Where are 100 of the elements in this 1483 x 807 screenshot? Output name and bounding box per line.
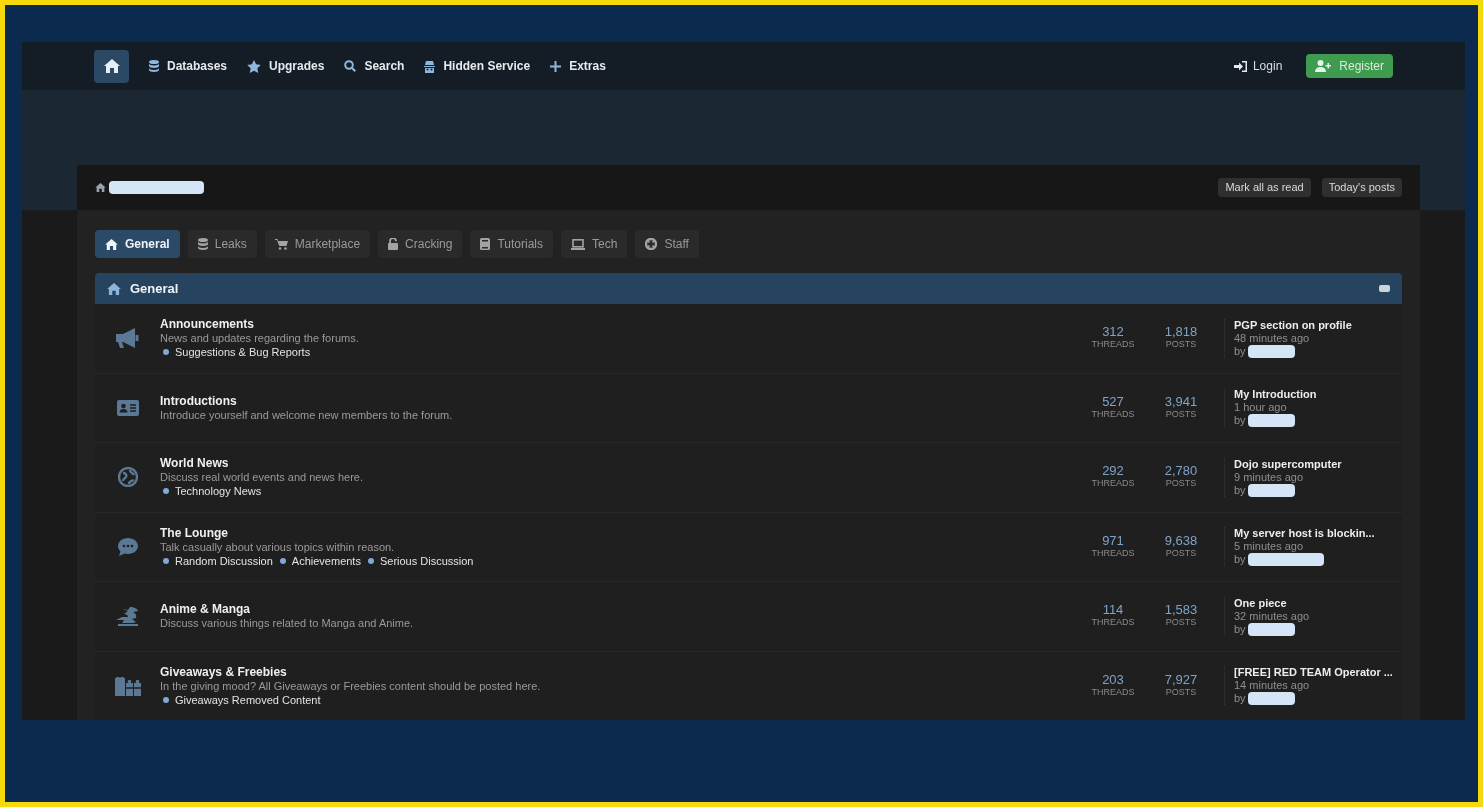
forum-description: Discuss real world events and news here. bbox=[160, 470, 363, 485]
add-user-icon bbox=[1315, 60, 1333, 72]
forum-title[interactable]: Giveaways & Freebies bbox=[160, 664, 287, 679]
stat-count: 1,818 bbox=[1164, 325, 1198, 339]
search-icon bbox=[344, 60, 357, 72]
nav-link[interactable]: Extras bbox=[550, 57, 606, 75]
forum-description: Introduce yourself and welcome new members to the forum. bbox=[160, 407, 453, 422]
subforum-link[interactable]: Giveaways Removed Content bbox=[175, 692, 321, 707]
stat-label: POSTS bbox=[1165, 477, 1197, 491]
stat-count: 527 bbox=[1102, 394, 1124, 408]
forum-description: In the giving mood? All Giveaways or Freebies content should be posted here. bbox=[160, 679, 541, 693]
subforum-link[interactable]: Random Discussion bbox=[175, 553, 273, 568]
bullet-icon bbox=[163, 557, 169, 564]
action-button[interactable]: Mark all as read bbox=[1218, 178, 1311, 197]
stat-label: THREADS bbox=[1091, 546, 1135, 560]
by-label: by bbox=[1234, 622, 1246, 636]
stat-label: POSTS bbox=[1165, 338, 1197, 352]
by-label: by bbox=[1234, 414, 1246, 428]
stat-count: 114 bbox=[1102, 603, 1124, 617]
stat-label: THREADS bbox=[1091, 685, 1135, 699]
stat-label: THREADS bbox=[1091, 477, 1135, 491]
category-tab[interactable]: Leaks bbox=[187, 230, 257, 258]
chat-bubble-icon bbox=[117, 537, 138, 556]
stat-label: POSTS bbox=[1165, 686, 1197, 699]
plus-icon bbox=[550, 60, 562, 72]
action-button[interactable]: Today's posts bbox=[1321, 178, 1402, 197]
nav-link[interactable]: Databases bbox=[149, 57, 228, 75]
stat-count: 2,780 bbox=[1164, 464, 1198, 478]
stat-label: POSTS bbox=[1165, 616, 1197, 630]
stat-count: 1,583 bbox=[1164, 603, 1198, 617]
last-post-time: 5 minutes ago bbox=[1234, 540, 1304, 554]
last-post-title[interactable]: [FREE] RED TEAM Operator ... bbox=[1234, 666, 1393, 680]
by-label: by bbox=[1234, 483, 1246, 497]
home-icon bbox=[105, 238, 118, 250]
unlock-icon bbox=[388, 238, 399, 250]
category-tab[interactable]: Tech bbox=[561, 230, 628, 258]
last-post-time: 48 minutes ago bbox=[1234, 331, 1310, 345]
last-post-title[interactable]: PGP section on profile bbox=[1234, 318, 1352, 332]
home-icon bbox=[95, 183, 106, 192]
bullet-icon bbox=[163, 488, 169, 495]
stat-label: THREADS bbox=[1091, 407, 1135, 421]
category-tab[interactable]: Staff bbox=[635, 230, 699, 258]
collapse-icon[interactable] bbox=[1379, 285, 1390, 292]
last-post-time: 9 minutes ago bbox=[1234, 470, 1304, 484]
nav-link[interactable]: Search bbox=[344, 57, 405, 75]
stat-label: THREADS bbox=[1091, 338, 1135, 352]
home-button[interactable] bbox=[94, 49, 129, 83]
cart-icon bbox=[274, 238, 288, 250]
bullet-icon bbox=[163, 349, 169, 356]
category-tab[interactable]: Cracking bbox=[378, 230, 463, 258]
subforum-link[interactable]: Achievements bbox=[291, 553, 361, 568]
nav-link[interactable]: Upgrades bbox=[247, 57, 325, 75]
id-card-icon bbox=[116, 399, 139, 416]
lifebuoy-icon bbox=[645, 238, 658, 250]
last-post-time: 14 minutes ago bbox=[1234, 679, 1310, 693]
stat-count: 292 bbox=[1102, 464, 1124, 478]
sign-in-icon bbox=[1233, 60, 1247, 72]
stat-label: POSTS bbox=[1165, 547, 1197, 560]
spy-icon bbox=[424, 59, 436, 73]
subforum-link[interactable]: Suggestions & Bug Reports bbox=[175, 345, 311, 360]
forum-description: Discuss various things related to Manga and Anime. bbox=[160, 616, 414, 631]
forum-title[interactable]: Anime & Manga bbox=[160, 602, 250, 617]
redacted-block bbox=[1247, 483, 1295, 497]
by-label: by bbox=[1234, 344, 1246, 358]
category-tab[interactable]: General bbox=[95, 230, 180, 258]
forum-title[interactable]: The Lounge bbox=[160, 525, 228, 540]
stat-count: 3,941 bbox=[1164, 394, 1198, 408]
bullet-icon bbox=[163, 696, 169, 703]
gifts-icon bbox=[114, 675, 141, 696]
redacted-block bbox=[1247, 414, 1295, 428]
star-icon bbox=[247, 59, 262, 73]
redacted-block bbox=[1247, 622, 1295, 636]
subforum-link[interactable]: Serious Discussion bbox=[379, 553, 474, 568]
section-title: General bbox=[130, 279, 179, 298]
stat-count: 971 bbox=[1102, 533, 1124, 547]
last-post-title[interactable]: My Introduction bbox=[1234, 388, 1317, 402]
home-icon bbox=[107, 282, 121, 295]
last-post-title[interactable]: Dojo supercomputer bbox=[1234, 457, 1342, 471]
last-post-title[interactable]: One piece bbox=[1234, 596, 1287, 610]
redacted-block bbox=[1247, 692, 1295, 706]
redacted-block bbox=[1247, 344, 1295, 358]
login-link[interactable]: Login bbox=[1233, 57, 1283, 75]
forum-title[interactable]: Announcements bbox=[160, 317, 254, 332]
forum-title[interactable]: Introductions bbox=[160, 393, 237, 408]
book-icon bbox=[480, 238, 491, 250]
last-post-title[interactable]: My server host is blockin... bbox=[1234, 527, 1375, 541]
stat-label: POSTS bbox=[1165, 408, 1197, 421]
laptop-icon bbox=[571, 238, 586, 250]
by-label: by bbox=[1234, 692, 1246, 706]
category-tab[interactable]: Tutorials bbox=[470, 230, 554, 258]
home-icon bbox=[103, 59, 120, 73]
subforum-link[interactable]: Technology News bbox=[175, 484, 262, 499]
forum-title[interactable]: World News bbox=[160, 456, 229, 471]
category-tab[interactable]: Marketplace bbox=[264, 230, 371, 258]
database-icon bbox=[149, 60, 159, 72]
stat-count: 7,927 bbox=[1164, 672, 1198, 686]
nav-link[interactable]: Hidden Service bbox=[424, 57, 531, 75]
megaphone-icon bbox=[115, 328, 140, 349]
by-label: by bbox=[1234, 553, 1246, 567]
last-post-time: 32 minutes ago bbox=[1234, 609, 1310, 623]
